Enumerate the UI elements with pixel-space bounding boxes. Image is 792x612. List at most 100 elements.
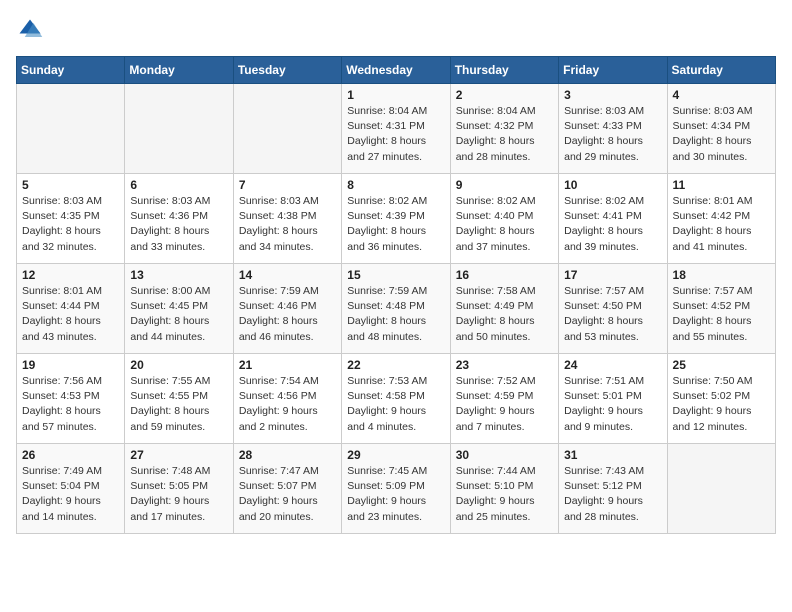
day-cell: 27 Sunrise: 7:48 AM Sunset: 5:05 PM Dayli… — [125, 444, 233, 534]
page-header — [16, 16, 776, 44]
logo — [16, 16, 48, 44]
day-number: 16 — [456, 268, 553, 282]
day-number: 9 — [456, 178, 553, 192]
day-number: 19 — [22, 358, 119, 372]
week-row-2: 5 Sunrise: 8:03 AM Sunset: 4:35 PM Daylig… — [17, 174, 776, 264]
day-number: 1 — [347, 88, 444, 102]
day-cell: 2Sunrise: 8:04 AM Sunset: 4:32 PM Daylig… — [450, 84, 558, 174]
day-cell: 30 Sunrise: 7:44 AM Sunset: 5:10 PM Dayli… — [450, 444, 558, 534]
day-info: Sunrise: 7:54 AM Sunset: 4:56 PM Dayligh… — [239, 374, 336, 435]
day-number: 12 — [22, 268, 119, 282]
day-info: Sunrise: 8:01 AM Sunset: 4:44 PM Dayligh… — [22, 284, 119, 345]
day-info: Sunrise: 7:51 AM Sunset: 5:01 PM Dayligh… — [564, 374, 661, 435]
day-number: 4 — [673, 88, 770, 102]
day-info: Sunrise: 8:01 AM Sunset: 4:42 PM Dayligh… — [673, 194, 770, 255]
day-info: Sunrise: 8:03 AM Sunset: 4:38 PM Dayligh… — [239, 194, 336, 255]
day-cell: 9Sunrise: 8:02 AM Sunset: 4:40 PM Daylig… — [450, 174, 558, 264]
day-cell: 7Sunrise: 8:03 AM Sunset: 4:38 PM Daylig… — [233, 174, 341, 264]
day-info: Sunrise: 7:49 AM Sunset: 5:04 PM Dayligh… — [22, 464, 119, 525]
day-info: Sunrise: 8:02 AM Sunset: 4:39 PM Dayligh… — [347, 194, 444, 255]
day-number: 10 — [564, 178, 661, 192]
day-info: Sunrise: 7:50 AM Sunset: 5:02 PM Dayligh… — [673, 374, 770, 435]
day-info: Sunrise: 8:04 AM Sunset: 4:31 PM Dayligh… — [347, 104, 444, 165]
day-number: 13 — [130, 268, 227, 282]
column-header-saturday: Saturday — [667, 57, 775, 84]
day-number: 26 — [22, 448, 119, 462]
column-header-wednesday: Wednesday — [342, 57, 450, 84]
day-cell: 26 Sunrise: 7:49 AM Sunset: 5:04 PM Dayli… — [17, 444, 125, 534]
column-header-monday: Monday — [125, 57, 233, 84]
week-row-5: 26 Sunrise: 7:49 AM Sunset: 5:04 PM Dayli… — [17, 444, 776, 534]
day-number: 2 — [456, 88, 553, 102]
day-number: 14 — [239, 268, 336, 282]
calendar-header-row: SundayMondayTuesdayWednesdayThursdayFrid… — [17, 57, 776, 84]
day-info: Sunrise: 7:57 AM Sunset: 4:52 PM Dayligh… — [673, 284, 770, 345]
day-info: Sunrise: 7:56 AM Sunset: 4:53 PM Dayligh… — [22, 374, 119, 435]
day-info: Sunrise: 8:03 AM Sunset: 4:33 PM Dayligh… — [564, 104, 661, 165]
week-row-1: 1 Sunrise: 8:04 AM Sunset: 4:31 PM Daylig… — [17, 84, 776, 174]
day-cell: 10 Sunrise: 8:02 AM Sunset: 4:41 PM Dayli… — [559, 174, 667, 264]
day-cell — [667, 444, 775, 534]
day-cell: 16 Sunrise: 7:58 AM Sunset: 4:49 PM Dayli… — [450, 264, 558, 354]
day-number: 28 — [239, 448, 336, 462]
column-header-sunday: Sunday — [17, 57, 125, 84]
day-cell: 11 Sunrise: 8:01 AM Sunset: 4:42 PM Dayli… — [667, 174, 775, 264]
day-cell: 3Sunrise: 8:03 AM Sunset: 4:33 PM Daylig… — [559, 84, 667, 174]
day-cell: 22Sunrise: 7:53 AM Sunset: 4:58 PM Dayli… — [342, 354, 450, 444]
day-number: 23 — [456, 358, 553, 372]
day-number: 24 — [564, 358, 661, 372]
day-number: 20 — [130, 358, 227, 372]
day-number: 22 — [347, 358, 444, 372]
day-number: 30 — [456, 448, 553, 462]
day-info: Sunrise: 7:44 AM Sunset: 5:10 PM Dayligh… — [456, 464, 553, 525]
day-info: Sunrise: 8:02 AM Sunset: 4:41 PM Dayligh… — [564, 194, 661, 255]
day-cell: 25 Sunrise: 7:50 AM Sunset: 5:02 PM Dayli… — [667, 354, 775, 444]
day-cell: 14Sunrise: 7:59 AM Sunset: 4:46 PM Dayli… — [233, 264, 341, 354]
day-info: Sunrise: 7:58 AM Sunset: 4:49 PM Dayligh… — [456, 284, 553, 345]
day-cell: 17 Sunrise: 7:57 AM Sunset: 4:50 PM Dayli… — [559, 264, 667, 354]
day-cell — [17, 84, 125, 174]
day-cell: 15Sunrise: 7:59 AM Sunset: 4:48 PM Dayli… — [342, 264, 450, 354]
day-cell: 13 Sunrise: 8:00 AM Sunset: 4:45 PM Dayli… — [125, 264, 233, 354]
day-info: Sunrise: 7:55 AM Sunset: 4:55 PM Dayligh… — [130, 374, 227, 435]
day-info: Sunrise: 8:03 AM Sunset: 4:35 PM Dayligh… — [22, 194, 119, 255]
day-cell: 31Sunrise: 7:43 AM Sunset: 5:12 PM Dayli… — [559, 444, 667, 534]
day-info: Sunrise: 7:59 AM Sunset: 4:48 PM Dayligh… — [347, 284, 444, 345]
day-number: 21 — [239, 358, 336, 372]
day-cell: 4 Sunrise: 8:03 AM Sunset: 4:34 PM Daylig… — [667, 84, 775, 174]
day-cell — [125, 84, 233, 174]
week-row-3: 12 Sunrise: 8:01 AM Sunset: 4:44 PM Dayli… — [17, 264, 776, 354]
day-number: 5 — [22, 178, 119, 192]
day-number: 11 — [673, 178, 770, 192]
day-info: Sunrise: 8:03 AM Sunset: 4:36 PM Dayligh… — [130, 194, 227, 255]
day-info: Sunrise: 7:48 AM Sunset: 5:05 PM Dayligh… — [130, 464, 227, 525]
day-cell: 5 Sunrise: 8:03 AM Sunset: 4:35 PM Daylig… — [17, 174, 125, 264]
day-cell: 12 Sunrise: 8:01 AM Sunset: 4:44 PM Dayli… — [17, 264, 125, 354]
day-cell: 19 Sunrise: 7:56 AM Sunset: 4:53 PM Dayli… — [17, 354, 125, 444]
day-info: Sunrise: 7:52 AM Sunset: 4:59 PM Dayligh… — [456, 374, 553, 435]
calendar-table: SundayMondayTuesdayWednesdayThursdayFrid… — [16, 56, 776, 534]
day-cell: 29Sunrise: 7:45 AM Sunset: 5:09 PM Dayli… — [342, 444, 450, 534]
week-row-4: 19 Sunrise: 7:56 AM Sunset: 4:53 PM Dayli… — [17, 354, 776, 444]
column-header-friday: Friday — [559, 57, 667, 84]
day-number: 25 — [673, 358, 770, 372]
day-number: 18 — [673, 268, 770, 282]
day-cell: 8 Sunrise: 8:02 AM Sunset: 4:39 PM Daylig… — [342, 174, 450, 264]
day-number: 27 — [130, 448, 227, 462]
day-number: 17 — [564, 268, 661, 282]
day-cell: 18 Sunrise: 7:57 AM Sunset: 4:52 PM Dayli… — [667, 264, 775, 354]
day-cell: 24 Sunrise: 7:51 AM Sunset: 5:01 PM Dayli… — [559, 354, 667, 444]
day-number: 6 — [130, 178, 227, 192]
day-cell: 21 Sunrise: 7:54 AM Sunset: 4:56 PM Dayli… — [233, 354, 341, 444]
column-header-thursday: Thursday — [450, 57, 558, 84]
day-cell — [233, 84, 341, 174]
day-info: Sunrise: 7:57 AM Sunset: 4:50 PM Dayligh… — [564, 284, 661, 345]
day-info: Sunrise: 8:00 AM Sunset: 4:45 PM Dayligh… — [130, 284, 227, 345]
day-cell: 28 Sunrise: 7:47 AM Sunset: 5:07 PM Dayli… — [233, 444, 341, 534]
day-number: 8 — [347, 178, 444, 192]
logo-icon — [16, 16, 44, 44]
day-cell: 6 Sunrise: 8:03 AM Sunset: 4:36 PM Daylig… — [125, 174, 233, 264]
day-info: Sunrise: 7:47 AM Sunset: 5:07 PM Dayligh… — [239, 464, 336, 525]
day-info: Sunrise: 8:03 AM Sunset: 4:34 PM Dayligh… — [673, 104, 770, 165]
day-number: 29 — [347, 448, 444, 462]
